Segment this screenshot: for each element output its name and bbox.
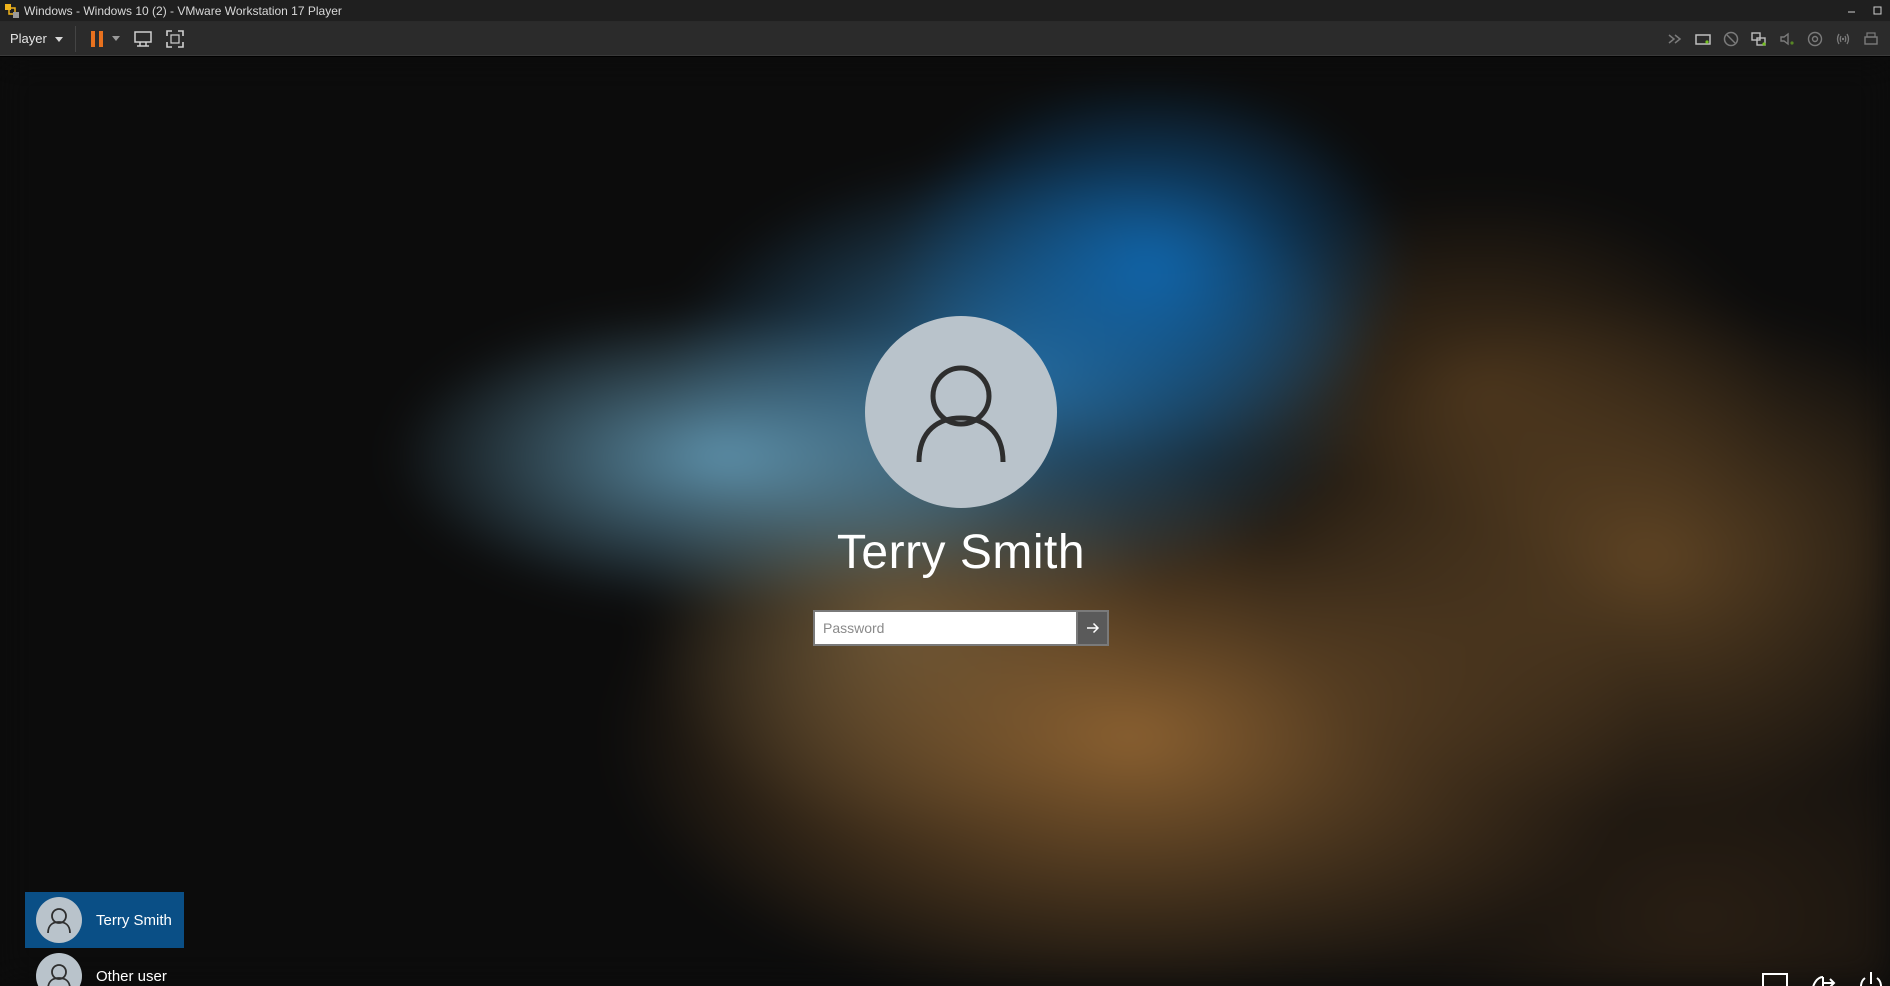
chevron-down-icon xyxy=(54,31,63,46)
pause-icon xyxy=(90,30,103,47)
fullscreen-button[interactable] xyxy=(164,28,186,50)
player-menu-label: Player xyxy=(10,31,47,46)
network-adapter-icon[interactable] xyxy=(1750,30,1768,48)
maximize-icon[interactable] xyxy=(1870,3,1886,19)
send-ctrl-alt-del-button[interactable] xyxy=(132,28,154,50)
pause-dropdown-button[interactable] xyxy=(110,28,122,50)
device-status-icons xyxy=(1666,22,1880,56)
player-menu[interactable]: Player xyxy=(6,25,76,52)
lock-screen-username: Terry Smith xyxy=(836,526,1086,579)
password-form xyxy=(813,610,1109,646)
title-bar: Windows - Windows 10 (2) - VMware Workst… xyxy=(0,0,1890,22)
power-icon[interactable] xyxy=(1856,969,1886,986)
printer-icon[interactable] xyxy=(1862,30,1880,48)
window-controls xyxy=(1844,0,1886,22)
accessibility-icon[interactable] xyxy=(1808,969,1838,986)
vmware-app-icon[interactable] xyxy=(4,3,20,19)
chevron-down-icon xyxy=(111,35,120,41)
ctrl-alt-del-icon xyxy=(134,30,152,47)
user-switcher-label: Other user xyxy=(96,967,167,985)
player-toolbar: Player xyxy=(0,22,1890,56)
avatar xyxy=(36,897,82,943)
arrow-right-icon xyxy=(1086,622,1099,634)
pause-button[interactable] xyxy=(86,28,108,50)
usb-icon[interactable] xyxy=(1806,30,1824,48)
window-title: Windows - Windows 10 (2) - VMware Workst… xyxy=(24,3,342,18)
user-switcher-item-terry-smith[interactable]: Terry Smith xyxy=(25,892,184,948)
user-icon xyxy=(916,365,1006,463)
minimize-icon[interactable] xyxy=(1844,3,1860,19)
user-icon xyxy=(47,908,71,933)
hard-disk-icon[interactable] xyxy=(1694,30,1712,48)
sound-card-icon[interactable] xyxy=(1778,30,1796,48)
user-avatar-large xyxy=(865,316,1057,508)
lock-screen-system-icons xyxy=(1760,969,1890,986)
fullscreen-icon xyxy=(166,29,184,48)
login-panel: Terry Smith xyxy=(0,57,1890,986)
network-icon[interactable] xyxy=(1760,969,1790,986)
password-field[interactable] xyxy=(813,610,1076,646)
avatar xyxy=(36,953,82,986)
user-switcher: Terry Smith Other user xyxy=(25,892,184,986)
wireless-icon[interactable] xyxy=(1834,30,1852,48)
user-switcher-item-other-user[interactable]: Other user xyxy=(25,948,184,986)
sign-in-submit-button[interactable] xyxy=(1076,610,1109,646)
cd-dvd-icon[interactable] xyxy=(1722,30,1740,48)
vm-display[interactable]: Terry Smith Terry Smith Other user xyxy=(0,57,1890,986)
user-switcher-label: Terry Smith xyxy=(96,911,172,929)
forward-icon[interactable] xyxy=(1666,30,1684,48)
user-icon xyxy=(47,964,71,986)
